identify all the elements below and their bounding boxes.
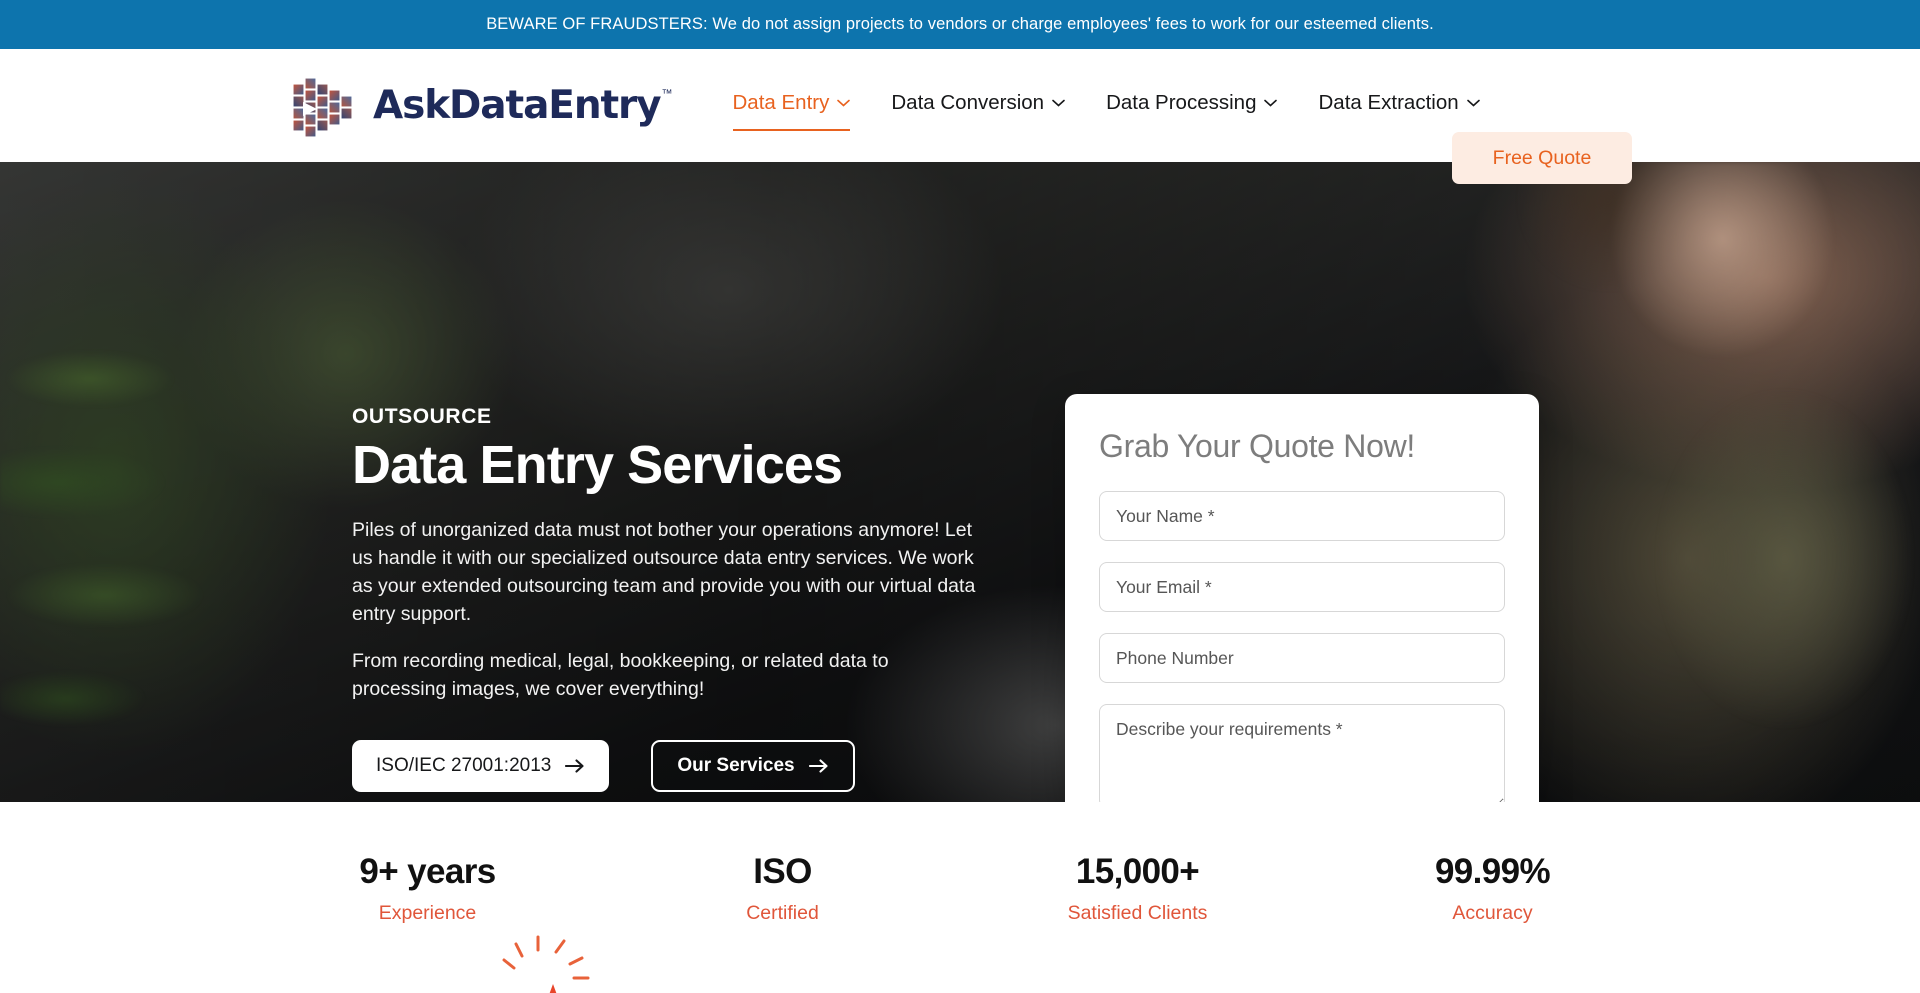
site-header: AskDataEntry ™ Data Entry Data Conversio… — [0, 49, 1920, 184]
stat-value: 99.99% — [1434, 852, 1551, 891]
nav-item-label: Data Entry — [732, 90, 830, 114]
hero-button-group: ISO/IEC 27001:2013 Our Services — [352, 739, 992, 792]
stat-label: Accuracy — [1452, 902, 1533, 924]
nav-item-data-extraction[interactable]: Data Extraction — [1318, 90, 1480, 121]
nav-item-data-processing[interactable]: Data Processing — [1106, 90, 1278, 121]
our-services-button[interactable]: Our Services — [651, 739, 855, 792]
iso-certification-button[interactable]: ISO/IEC 27001:2013 — [352, 739, 610, 792]
quote-form-title: Grab Your Quote Now! — [1099, 428, 1415, 464]
hero-section: OUTSOURCE Data Entry Services Piles of u… — [0, 162, 1920, 802]
stat-value: 9+ years — [359, 852, 496, 891]
arrow-right-icon — [565, 759, 584, 773]
fraud-warning-banner: BEWARE OF FRAUDSTERS: We do not assign p… — [0, 0, 1920, 49]
page-title: Data Entry Services — [352, 435, 843, 495]
logo-wordmark: AskDataEntry — [373, 83, 662, 128]
stats-row: 9+ years Experience ISO Certified 15,000… — [0, 852, 1920, 925]
logo-trademark: ™ — [661, 88, 673, 100]
decorative-star-icon — [549, 984, 557, 993]
phone-input[interactable] — [1099, 633, 1505, 683]
email-input[interactable] — [1099, 562, 1505, 612]
quote-request-form: Grab Your Quote Now! Request a Quote By … — [1065, 394, 1539, 802]
site-logo[interactable]: AskDataEntry ™ — [285, 68, 673, 144]
primary-navigation: Data Entry Data Conversion Data Processi… — [732, 90, 1480, 131]
stat-accuracy: 99.99% Accuracy — [1315, 852, 1670, 925]
nav-item-data-entry[interactable]: Data Entry — [732, 90, 851, 131]
chevron-down-icon — [1052, 99, 1065, 107]
stat-label: Satisfied Clients — [1067, 902, 1208, 924]
nav-item-label: Data Processing — [1106, 90, 1257, 114]
nav-item-label: Data Conversion — [891, 90, 1045, 114]
hero-paragraph-2: From recording medical, legal, bookkeepi… — [352, 650, 889, 700]
requirements-textarea[interactable] — [1099, 704, 1505, 802]
stat-satisfied-clients: 15,000+ Satisfied Clients — [960, 852, 1315, 925]
stats-band: 9+ years Experience ISO Certified 15,000… — [0, 802, 1920, 993]
chevron-down-icon — [1466, 99, 1480, 107]
nav-item-label: Data Extraction — [1318, 90, 1459, 114]
stat-experience: 9+ years Experience — [250, 852, 605, 925]
our-services-label: Our Services — [677, 754, 795, 776]
nav-item-data-conversion[interactable]: Data Conversion — [891, 91, 1065, 121]
hero-eyebrow: OUTSOURCE — [352, 405, 492, 428]
iso-certification-label: ISO/IEC 27001:2013 — [376, 754, 552, 776]
hero-copy-block: OUTSOURCE Data Entry Services Piles of u… — [352, 405, 992, 792]
hero-paragraph-1: Piles of unorganized data must not bothe… — [352, 519, 976, 625]
stat-iso-certified: ISO Certified — [605, 852, 960, 925]
stat-value: ISO — [753, 852, 812, 891]
name-input[interactable] — [1099, 491, 1505, 541]
play-triangle-cubes-logo-icon — [292, 76, 353, 138]
stat-value: 15,000+ — [1075, 852, 1200, 891]
stat-label: Certified — [746, 902, 819, 924]
free-quote-button[interactable]: Free Quote — [1452, 132, 1632, 184]
fraud-warning-text: BEWARE OF FRAUDSTERS: We do not assign p… — [486, 15, 1434, 33]
arrow-right-icon — [808, 759, 828, 773]
stat-label: Experience — [378, 902, 477, 924]
chevron-down-icon — [1264, 99, 1278, 107]
chevron-down-icon — [837, 99, 851, 107]
